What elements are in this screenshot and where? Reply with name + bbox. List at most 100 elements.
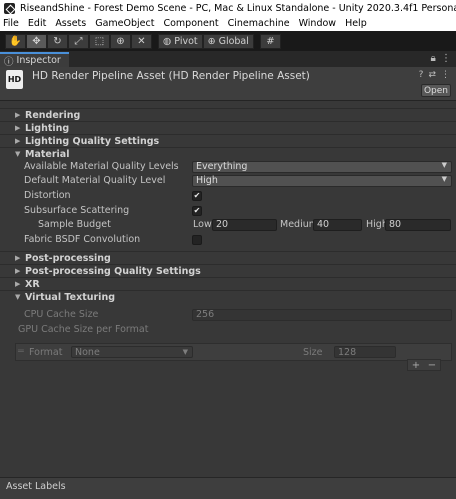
gpu-cache-row: GPU Cache Size per Format [0, 323, 456, 336]
section-xr[interactable]: ▶ XR [0, 277, 456, 290]
globe-icon: ⊕ [207, 35, 216, 47]
sss-row: Subsurface Scattering ✔ [0, 204, 456, 217]
sample-budget-label: Sample Budget [38, 219, 111, 230]
inspector-tab-bar: ⓘ Inspector 🔒︎ ⋮ [0, 51, 456, 68]
foldout-right-icon: ▶ [15, 254, 21, 262]
header-icons: ? ⇄ ⋮ [419, 70, 450, 80]
section-material[interactable]: ▼ Material [0, 147, 456, 160]
cpu-cache-row: CPU Cache Size 256 [0, 308, 456, 321]
checkmark-icon: ✔ [193, 191, 201, 200]
format-dropdown: None ▼ [71, 346, 193, 358]
inspector-body: ▶ Rendering ▶ Lighting ▶ Lighting Quality S… [0, 101, 456, 477]
fabric-label: Fabric BSDF Convolution [24, 234, 141, 245]
foldout-right-icon: ▶ [15, 137, 21, 145]
high-field[interactable]: 80 [385, 218, 451, 231]
section-rendering[interactable]: ▶ Rendering [0, 108, 456, 121]
asset-title: HD Render Pipeline Asset (HD Render Pipe… [32, 70, 310, 82]
remove-icon[interactable]: − [428, 360, 436, 371]
checkmark-icon: ✔ [193, 206, 201, 215]
menu-component[interactable]: Component [163, 18, 218, 29]
menu-gameobject[interactable]: GameObject [95, 18, 154, 29]
sss-checkbox[interactable]: ✔ [192, 205, 202, 216]
dropdown-caret-icon: ▼ [441, 174, 447, 183]
low-label: Low [193, 219, 212, 230]
hand-tool-icon[interactable]: ✋ [5, 33, 26, 49]
menu-assets[interactable]: Assets [55, 18, 86, 29]
section-lighting[interactable]: ▶ Lighting [0, 121, 456, 134]
global-label: Global [218, 35, 249, 47]
foldout-right-icon: ▶ [15, 267, 21, 275]
section-label: Material [25, 148, 70, 160]
pivot-toggle-button[interactable]: ◍ Pivot [158, 33, 203, 49]
custom-tool-icon[interactable]: ✕ [131, 33, 152, 49]
size-field: 128 [334, 346, 396, 358]
menu-edit[interactable]: Edit [28, 18, 46, 29]
available-quality-row: Available Material Quality Levels Everyt… [0, 160, 456, 173]
gpu-cache-label: GPU Cache Size per Format [18, 324, 149, 335]
pivot-group: ◍ Pivot ⊕ Global [158, 33, 254, 49]
sss-label: Subsurface Scattering [24, 205, 130, 216]
cpu-cache-label: CPU Cache Size [24, 309, 99, 320]
section-label: Lighting [25, 122, 70, 134]
unity-editor-window: RiseandShine - Forest Demo Scene - PC, M… [0, 0, 456, 499]
list-add-remove: + − [407, 359, 441, 371]
foldout-down-icon: ▼ [15, 293, 21, 301]
default-quality-dropdown[interactable]: High ▼ [192, 174, 452, 187]
size-label: Size [303, 347, 323, 358]
rotate-tool-icon[interactable]: ↻ [47, 33, 68, 49]
section-lighting-quality[interactable]: ▶ Lighting Quality Settings [0, 134, 456, 147]
asset-labels-bar: Asset Labels [0, 477, 456, 499]
hdrp-asset-icon: HD [6, 70, 23, 89]
title-bar: RiseandShine - Forest Demo Scene - PC, M… [0, 0, 456, 16]
presets-icon[interactable]: ⇄ [428, 70, 436, 80]
tab-label: Inspector [16, 55, 61, 66]
fabric-checkbox[interactable] [192, 234, 202, 245]
section-virtual-texturing[interactable]: ▼ Virtual Texturing [0, 290, 456, 303]
section-post-processing[interactable]: ▶ Post-processing [0, 251, 456, 264]
section-label: XR [25, 278, 40, 290]
menu-cinemachine[interactable]: Cinemachine [228, 18, 290, 29]
section-label: Rendering [25, 109, 81, 121]
scale-tool-icon[interactable]: ⤢ [68, 33, 89, 49]
dropdown-caret-icon: ▼ [441, 160, 447, 169]
section-label: Post-processing Quality Settings [25, 265, 201, 277]
dropdown-value: Everything [196, 161, 248, 172]
distortion-label: Distortion [24, 190, 71, 201]
section-label: Post-processing [25, 252, 111, 264]
dropdown-caret-icon: ▼ [182, 348, 188, 356]
section-post-processing-quality[interactable]: ▶ Post-processing Quality Settings [0, 264, 456, 277]
grid-snap-icon[interactable]: # [259, 33, 281, 49]
global-toggle-button[interactable]: ⊕ Global [202, 33, 254, 49]
add-icon[interactable]: + [412, 360, 420, 371]
cpu-cache-field: 256 [192, 308, 452, 321]
available-quality-dropdown[interactable]: Everything ▼ [192, 160, 452, 173]
rect-tool-icon[interactable]: ⬚ [89, 33, 110, 49]
tab-inspector[interactable]: ⓘ Inspector [0, 52, 69, 68]
format-label: Format [29, 347, 63, 358]
available-quality-label: Available Material Quality Levels [24, 161, 179, 172]
more-options-icon[interactable]: ⋮ [441, 70, 450, 80]
default-quality-row: Default Material Quality Level High ▼ [0, 174, 456, 187]
menu-help[interactable]: Help [345, 18, 367, 29]
asset-labels-label[interactable]: Asset Labels [6, 481, 66, 492]
tab-options-icon[interactable]: 🔒︎ ⋮ [431, 53, 453, 64]
drag-handle-icon: ═ [18, 346, 24, 357]
menu-window[interactable]: Window [299, 18, 336, 29]
pivot-label: Pivot [174, 35, 198, 47]
window-title: RiseandShine - Forest Demo Scene - PC, M… [20, 2, 456, 14]
transform-tool-icon[interactable]: ⊕ [110, 33, 131, 49]
dropdown-value: High [196, 175, 218, 186]
medium-field[interactable]: 40 [313, 218, 362, 231]
foldout-right-icon: ▶ [15, 124, 21, 132]
asset-header: HD HD Render Pipeline Asset (HD Render P… [0, 67, 456, 101]
low-field[interactable]: 20 [212, 218, 277, 231]
menu-file[interactable]: File [3, 18, 19, 29]
help-icon[interactable]: ? [419, 70, 424, 80]
distortion-row: Distortion ✔ [0, 189, 456, 202]
fabric-row: Fabric BSDF Convolution [0, 233, 456, 246]
open-button[interactable]: Open [421, 84, 451, 97]
distortion-checkbox[interactable]: ✔ [192, 190, 202, 201]
default-quality-label: Default Material Quality Level [24, 175, 166, 186]
pivot-icon: ◍ [163, 35, 172, 47]
move-tool-icon[interactable]: ✥ [26, 33, 47, 49]
